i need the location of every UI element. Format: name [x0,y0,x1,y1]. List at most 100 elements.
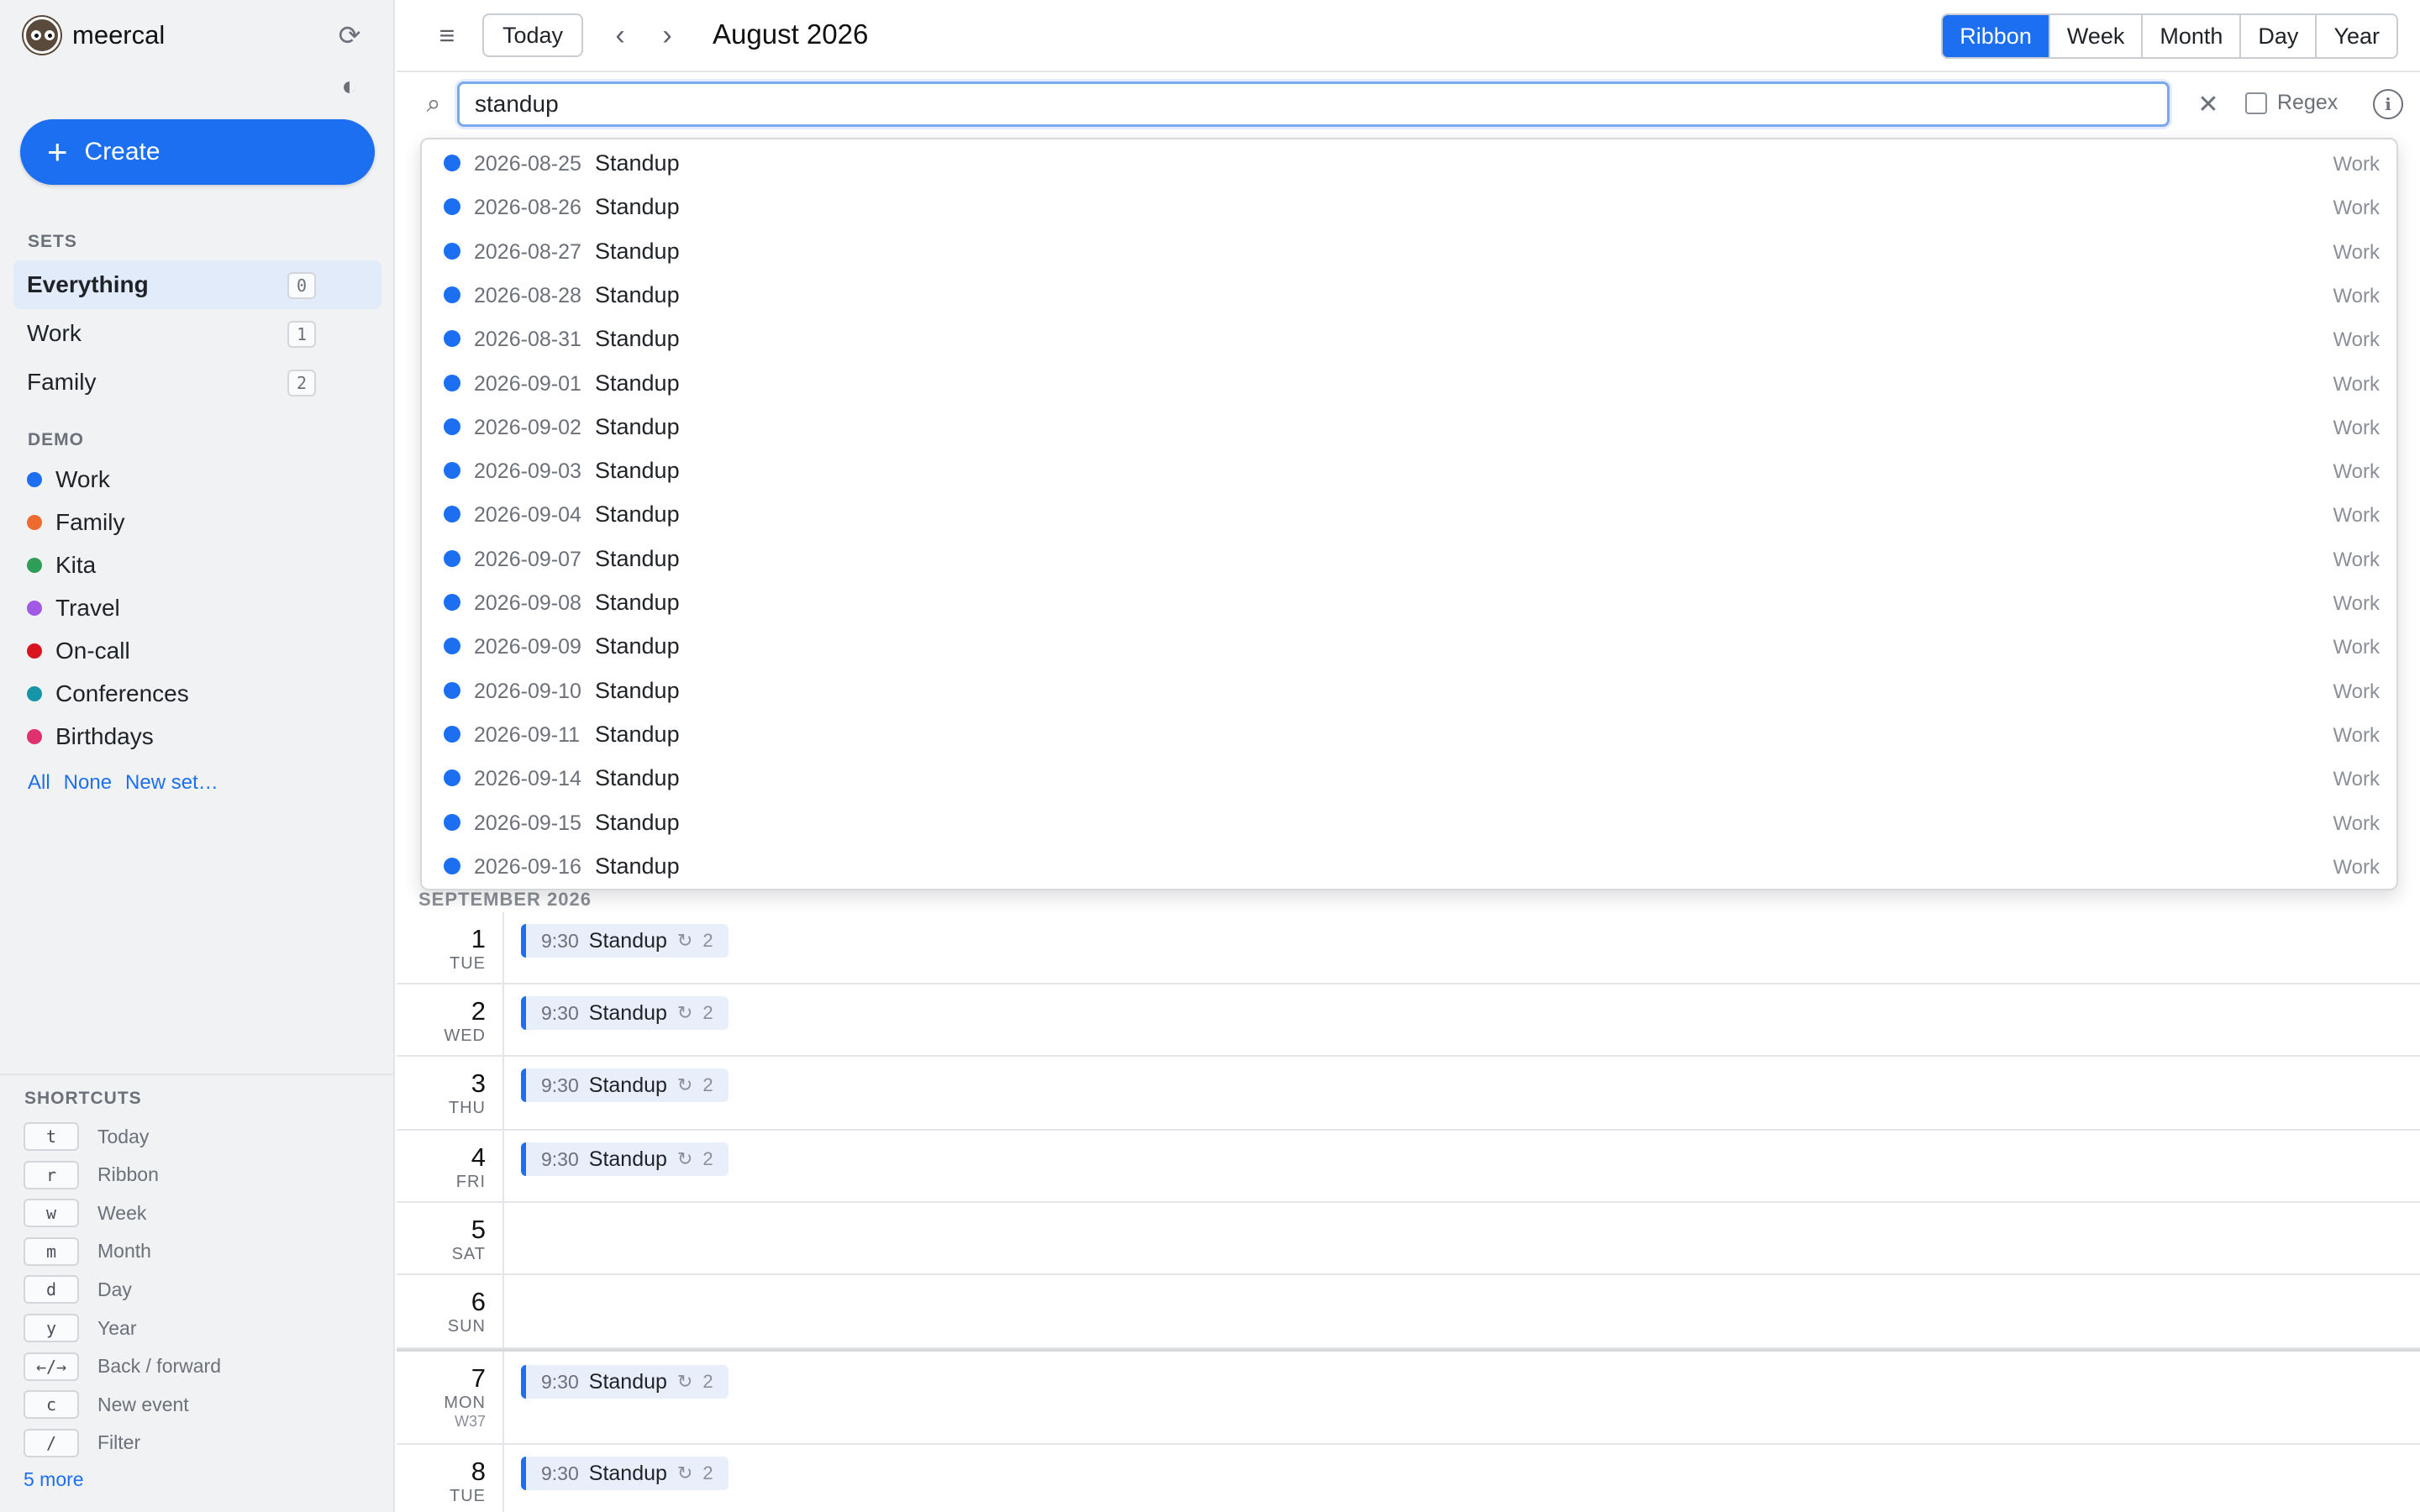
result-calendar: Work [2333,548,2380,571]
calendar-item-on-call[interactable]: On-call [27,630,130,672]
search-result-row[interactable]: 2026-09-02 Standup Work [422,405,2396,449]
calendar-color-dot [444,725,460,743]
view-day-button[interactable]: Day [2239,15,2316,57]
event-chip[interactable]: 9:30 Standup ↻ 2 [521,996,729,1030]
shortcut-key: r [24,1160,79,1189]
search-result-row[interactable]: 2026-08-28 Standup Work [422,273,2396,317]
search-result-row[interactable]: 2026-09-11 Standup Work [422,712,2396,756]
set-item-family[interactable]: Family 2 [13,358,381,407]
calendar-color-dot [27,558,42,573]
theme-toggle-icon[interactable]: ◐ [333,69,366,102]
calendar-color-dot [444,769,460,787]
result-calendar: Work [2333,592,2380,615]
result-title: Standup [595,633,680,659]
shortcut-row: / Filter [24,1426,140,1460]
result-date: 2026-09-15 [474,811,581,835]
result-title: Standup [595,501,680,528]
search-result-row[interactable]: 2026-09-09 Standup Work [422,624,2396,668]
refresh-icon[interactable]: ⟳ [333,18,366,52]
calendar-item-work[interactable]: Work [27,459,110,501]
view-ribbon-button[interactable]: Ribbon [1943,15,2049,57]
calendar-color-dot [444,549,460,567]
calendar-color-dot [444,374,460,391]
ribbon-day-row[interactable]: 5 SAT [397,1203,2420,1275]
search-result-row[interactable]: 2026-09-07 Standup Work [422,537,2396,580]
regex-checkbox[interactable] [2245,92,2267,114]
view-month-button[interactable]: Month [2141,15,2240,57]
chevron-left-icon[interactable]: ‹ [603,18,637,52]
shortcut-row: m Month [24,1235,151,1268]
ribbon-day-row[interactable]: 3 THU 9:30 Standup ↻ 2 [397,1057,2420,1131]
close-icon[interactable]: ✕ [2193,89,2223,119]
calendar-item-travel[interactable]: Travel [27,587,120,629]
select-none-link[interactable]: None [64,771,112,795]
event-chip[interactable]: 9:30 Standup ↻ 2 [521,1457,729,1490]
search-result-row[interactable]: 2026-09-03 Standup Work [422,449,2396,492]
set-links: All None New set… [28,771,218,795]
search-result-row[interactable]: 2026-08-26 Standup Work [422,185,2396,228]
shortcut-label: Week [97,1201,147,1224]
calendar-item-family[interactable]: Family [27,501,124,543]
result-title: Standup [595,194,680,220]
brand[interactable]: meercal [24,17,165,54]
search-result-row[interactable]: 2026-08-25 Standup Work [422,141,2396,185]
set-item-everything[interactable]: Everything 0 [13,260,381,309]
calendar-item-label: Birthdays [55,723,154,749]
calendar-item-birthdays[interactable]: Birthdays [27,716,154,758]
event-count: 2 [702,930,713,951]
view-week-button[interactable]: Week [2048,15,2142,57]
new-set-link[interactable]: New set… [125,771,218,795]
ribbon-day-row[interactable]: 2 WED 9:30 Standup ↻ 2 [397,984,2420,1057]
regex-label: Regex [2277,91,2338,114]
menu-icon[interactable]: ≡ [430,18,464,52]
select-all-link[interactable]: All [28,771,50,795]
calendar-color-dot [27,472,42,487]
search-results-dropdown: 2026-08-25 Standup Work 2026-08-26 Standup Wo… [420,138,2398,890]
search-result-row[interactable]: 2026-09-08 Standup Work [422,580,2396,624]
view-year-button[interactable]: Year [2315,15,2396,57]
ribbon-day-row[interactable]: 4 FRI 9:30 Standup ↻ 2 [397,1131,2420,1203]
result-date: 2026-09-10 [474,679,581,703]
search-result-row[interactable]: 2026-09-14 Standup Work [422,756,2396,800]
ribbon-day-row[interactable]: 6 SUN [397,1275,2420,1349]
search-result-row[interactable]: 2026-09-15 Standup Work [422,801,2396,844]
calendar-color-dot [444,681,460,699]
calendar-item-label: Kita [55,552,97,578]
day-name: THU [448,1099,486,1117]
info-icon[interactable]: i [2373,89,2403,119]
shortcut-row: d Day [24,1273,132,1306]
ribbon-day-row[interactable]: 1 TUE 9:30 Standup ↻ 2 [397,912,2420,984]
result-title: Standup [595,853,680,879]
search-result-row[interactable]: 2026-08-27 Standup Work [422,229,2396,273]
search-input[interactable] [457,81,2170,127]
result-calendar: Work [2333,636,2380,659]
search-result-row[interactable]: 2026-09-04 Standup Work [422,492,2396,536]
search-result-row[interactable]: 2026-08-31 Standup Work [422,317,2396,360]
calendar-color-dot [444,506,460,523]
event-chip[interactable]: 9:30 Standup ↻ 2 [521,924,729,958]
today-button[interactable]: Today [482,13,583,57]
search-result-row[interactable]: 2026-09-16 Standup Work [422,844,2396,888]
calendar-item-kita[interactable]: Kita [27,544,96,586]
more-shortcuts-link[interactable]: 5 more [24,1468,84,1491]
search-result-row[interactable]: 2026-09-10 Standup Work [422,669,2396,712]
shortcut-row: t Today [24,1120,149,1153]
result-calendar: Work [2333,723,2380,747]
result-date: 2026-08-28 [474,283,581,307]
result-title: Standup [595,326,680,352]
set-item-work[interactable]: Work 1 [13,309,381,358]
calendar-item-conferences[interactable]: Conferences [27,673,189,715]
calendar-color-dot [27,601,42,616]
search-result-row[interactable]: 2026-09-01 Standup Work [422,361,2396,405]
create-button[interactable]: + Create [20,119,375,185]
ribbon-day-row[interactable]: 8 TUE 9:30 Standup ↻ 2 [397,1445,2420,1512]
ribbon-day-row[interactable]: 7 MON W37 9:30 Standup ↻ 2 [397,1349,2420,1445]
result-title: Standup [595,281,680,307]
result-calendar: Work [2333,768,2380,791]
event-chip[interactable]: 9:30 Standup ↻ 2 [521,1142,729,1176]
event-chip[interactable]: 9:30 Standup ↻ 2 [521,1068,729,1102]
chevron-right-icon[interactable]: › [650,18,684,52]
regex-toggle[interactable]: Regex [2245,91,2338,115]
calendar-color-dot [444,594,460,611]
event-chip[interactable]: 9:30 Standup ↻ 2 [521,1365,729,1399]
